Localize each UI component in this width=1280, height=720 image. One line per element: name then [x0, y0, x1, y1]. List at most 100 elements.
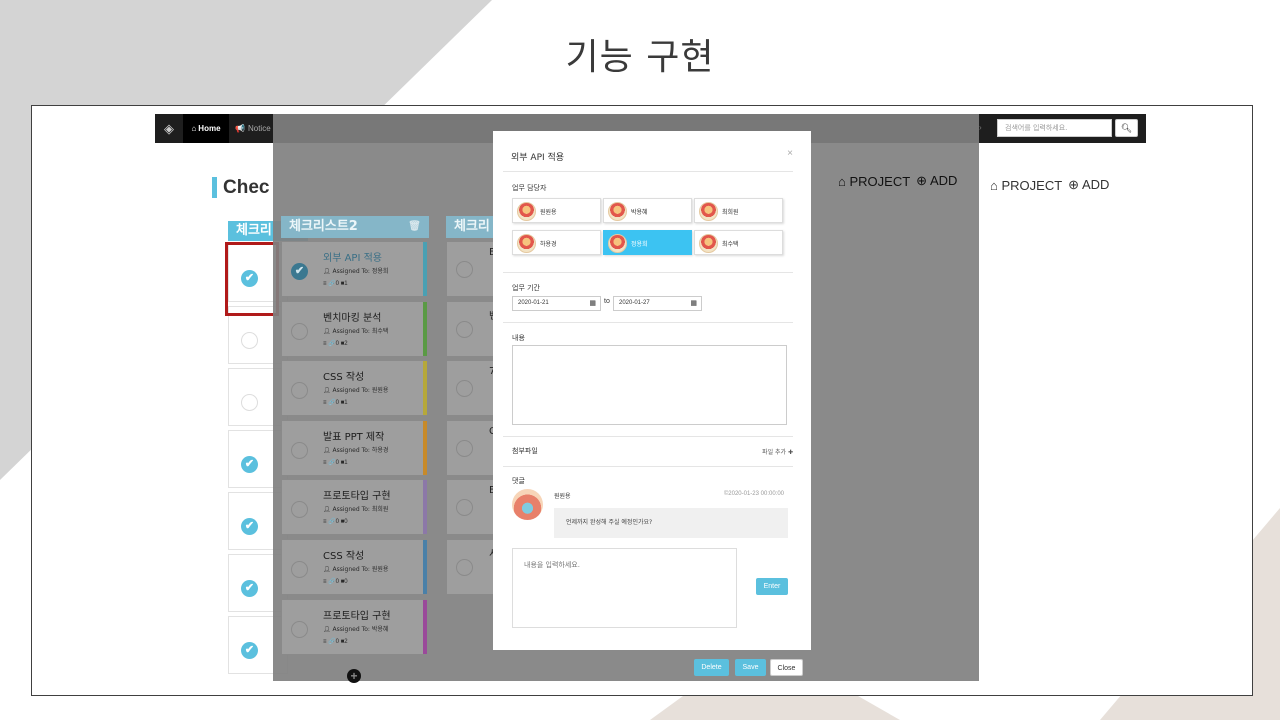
task-card[interactable]: CSS 작성 👤︎ Assigned To: 원원용 ≡ 🔗0 ■0 — [281, 539, 428, 595]
task-card[interactable]: 벤 — [446, 300, 498, 357]
member-option[interactable]: 최수택 — [694, 230, 783, 255]
task-card[interactable]: ✔ 외부 API 적용 👤︎ Assigned To: 정용희 ≡ 🔗0 ■1 — [281, 241, 428, 297]
divider — [503, 322, 793, 323]
empty-circle-icon[interactable] — [291, 382, 308, 400]
nav-home[interactable]: ⌂ Home — [183, 114, 229, 143]
task-assignee-text: Assigned To: 원원용 — [332, 566, 389, 573]
member-name: 정용희 — [631, 241, 648, 248]
member-name: 원원용 — [540, 209, 557, 216]
task-card[interactable]: C — [446, 419, 496, 476]
title-accent — [212, 177, 217, 198]
task-color-stripe — [423, 242, 427, 296]
project-label: PROJECT — [1001, 177, 1063, 193]
member-option[interactable]: 최희원 — [694, 198, 783, 223]
file-add-label: 파일 추가 — [762, 449, 787, 456]
comment-date: ©2020-01-23 00:00:00 — [723, 491, 784, 497]
empty-circle-icon[interactable] — [456, 261, 473, 278]
task-card[interactable]: CSS 작성 👤︎ Assigned To: 원원용 ≡ 🔗0 ■1 — [281, 360, 428, 417]
check-circle-icon[interactable]: ✔ — [241, 642, 258, 659]
check-circle-icon[interactable]: ✔ — [241, 518, 258, 535]
trash-icon[interactable]: 🗑︎ — [408, 216, 421, 238]
add-label: ADD — [929, 173, 958, 188]
empty-circle-icon[interactable] — [456, 320, 473, 338]
check-circle-icon[interactable]: ✔ — [241, 456, 258, 473]
task-assignee-text: Assigned To: 하용경 — [332, 446, 389, 454]
task-assignee: 👤︎ Assigned To: 정용희 — [323, 266, 388, 275]
delete-button[interactable]: Delete — [694, 659, 729, 676]
member-option[interactable]: 정용희 — [603, 230, 692, 255]
task-title: CSS 작성 — [323, 372, 365, 384]
logo-icon[interactable]: ◈ — [155, 114, 183, 143]
task-title: 벤치마킹 분석 — [323, 312, 382, 324]
close-button[interactable]: Close — [770, 659, 803, 676]
enter-button[interactable]: Enter — [756, 578, 788, 595]
add-task-icon[interactable]: + — [347, 669, 361, 683]
empty-circle-icon[interactable] — [456, 499, 473, 517]
add-link[interactable]: ⊕ ADD — [1068, 177, 1109, 193]
start-date-value: 2020-01-21 — [518, 300, 549, 306]
empty-circle-icon[interactable] — [456, 559, 473, 576]
search-button[interactable]: 🔍︎ — [1115, 119, 1138, 137]
home-icon: ⌂ — [990, 177, 998, 193]
check-circle-icon[interactable]: ✔ — [291, 263, 308, 280]
task-card[interactable]: 벤치마킹 분석 👤︎ Assigned To: 최수택 ≡ 🔗0 ■2 — [281, 300, 428, 357]
empty-circle-icon[interactable] — [291, 501, 308, 519]
member-name: 박용혜 — [631, 209, 648, 216]
empty-circle-icon[interactable] — [456, 380, 473, 398]
task-meta: ≡ 🔗0 ■1 — [323, 459, 348, 466]
empty-circle-icon[interactable] — [291, 561, 308, 578]
content-textarea[interactable] — [512, 345, 787, 425]
plus-circle-icon: ⊕ — [916, 173, 928, 188]
save-button[interactable]: Save — [735, 659, 766, 676]
empty-circle-icon[interactable] — [291, 620, 308, 638]
task-card[interactable]: E — [446, 241, 495, 297]
task-meta: ≡ 🔗0 ■1 — [323, 400, 348, 407]
nav-home-label: Home — [198, 124, 221, 133]
task-title: CSS 작성 — [323, 551, 365, 562]
avatar — [517, 202, 536, 221]
task-title: 프로토타입 구현 — [323, 610, 391, 622]
project-link[interactable]: ⌂ PROJECT — [838, 174, 910, 189]
project-actions: ⌂ PROJECT ⊕ ADD — [990, 177, 1109, 193]
user-icon: 👤︎ — [323, 387, 333, 395]
end-date-input[interactable]: 2020-01-27 ▦ — [613, 296, 702, 311]
project-link[interactable]: ⌂ PROJECT — [990, 178, 1062, 193]
member-name: 최수택 — [722, 241, 739, 248]
task-assignee-text: Assigned To: 최희원 — [332, 506, 389, 514]
task-card[interactable]: 프로토타입 구현 👤︎ Assigned To: 최희원 ≡ 🔗0 ■0 — [281, 479, 428, 536]
check-circle-icon[interactable]: ✔ — [241, 580, 258, 597]
column-header-checklist2: 체크리스트2 🗑︎ — [281, 216, 429, 238]
file-add-button[interactable]: 파일 추가 ✚ — [762, 447, 793, 456]
task-card[interactable]: 발표 PPT 제작 👤︎ Assigned To: 하용경 ≡ 🔗0 ■1 — [281, 419, 428, 476]
task-card[interactable]: 서 — [446, 539, 498, 595]
avatar — [699, 202, 718, 221]
search-input[interactable]: 검색어를 입력하세요. — [997, 119, 1112, 137]
comment-input[interactable]: 내용을 입력하세요. — [512, 548, 737, 628]
column-header-checklist3: 체크리 — [446, 216, 494, 238]
task-card[interactable]: 프로토타입 구현 👤︎ Assigned To: 박용혜 ≡ 🔗0 ■2 — [281, 598, 428, 655]
user-icon: 👤︎ — [323, 268, 333, 275]
task-title: 프로토타입 구현 — [323, 491, 391, 503]
task-title: 발표 PPT 제작 — [323, 431, 385, 443]
member-option[interactable]: 하용경 — [512, 230, 601, 255]
empty-circle-icon[interactable] — [241, 332, 258, 349]
project-actions-dimmed: ⌂ PROJECT ⊕ ADD — [838, 173, 957, 189]
nav-notice-label: Notice — [247, 124, 271, 133]
task-meta: ≡ 🔗0 ■0 — [323, 579, 348, 585]
member-option[interactable]: 박용혜 — [603, 198, 692, 223]
end-date-value: 2020-01-27 — [619, 300, 650, 306]
task-card[interactable]: 7 — [446, 360, 495, 417]
nav-notice[interactable]: 📢 Notice — [235, 114, 271, 143]
empty-circle-icon[interactable] — [241, 394, 258, 411]
empty-circle-icon[interactable] — [291, 441, 308, 459]
user-icon: 👤︎ — [323, 446, 333, 454]
assignee-label: 업무 담당자 — [512, 184, 547, 192]
task-card[interactable]: E — [446, 479, 495, 536]
empty-circle-icon[interactable] — [456, 439, 473, 457]
task-color-stripe — [423, 599, 427, 654]
start-date-input[interactable]: 2020-01-21 ▦ — [512, 296, 601, 311]
member-option[interactable]: 원원용 — [512, 198, 601, 223]
empty-circle-icon[interactable] — [291, 322, 308, 340]
close-icon[interactable]: × — [787, 148, 793, 159]
add-link[interactable]: ⊕ ADD — [916, 173, 957, 189]
